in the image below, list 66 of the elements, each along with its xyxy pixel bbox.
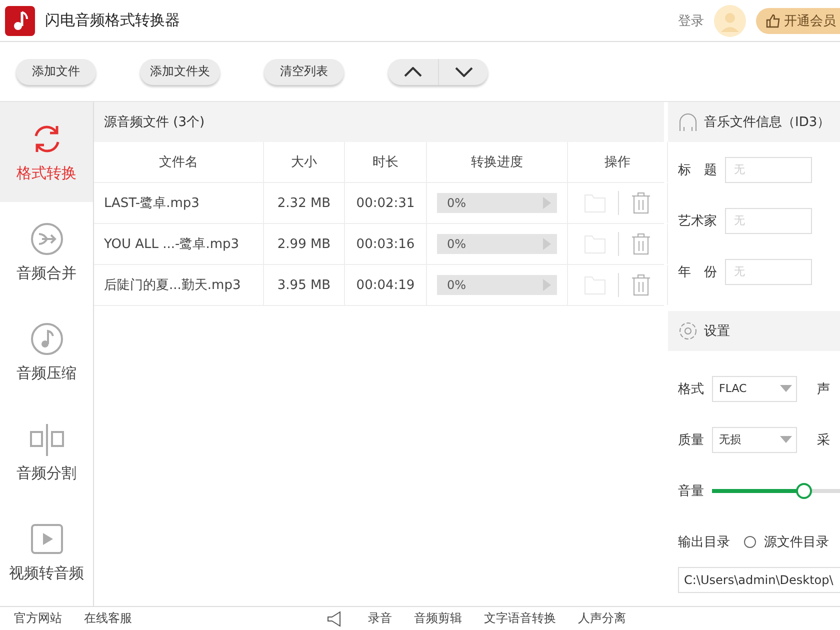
quality-dropdown[interactable]: 无损 [712, 426, 797, 452]
field-label: 输出目录 [678, 534, 730, 550]
play-icon [30, 522, 64, 556]
id3-title: 音乐文件信息（ID3） [704, 114, 830, 131]
play-icon[interactable] [543, 279, 551, 291]
trash-icon[interactable] [631, 192, 651, 214]
progress-text: 0% [446, 278, 468, 292]
field-label: 采 [817, 432, 830, 448]
footer-link[interactable]: 音频剪辑 [414, 610, 462, 627]
table-cell: LAST-鹭卓.mp3 [94, 183, 264, 223]
files-panel-header: 源音频文件 (3个) [94, 102, 664, 142]
format-dropdown[interactable]: FLAC [712, 376, 797, 402]
chevron-up-icon [404, 66, 422, 76]
table-cell: YOU ALL ...-鹭卓.mp3 [94, 224, 264, 264]
app-logo-icon [5, 6, 35, 36]
column-header: 转换进度 [427, 142, 568, 182]
footer-link[interactable]: 人声分离 [578, 610, 626, 627]
app-title: 闪电音频格式转换器 [45, 11, 181, 30]
split-icon [30, 422, 64, 456]
footer-link[interactable]: 在线客服 [84, 610, 132, 627]
column-header: 文件名 [94, 142, 264, 182]
sidebar-item[interactable]: 格式转换 [0, 102, 93, 202]
login-link[interactable]: 登录 [678, 12, 704, 30]
progress-text: 0% [446, 196, 468, 210]
toolbar-button[interactable]: 添加文件夹 [140, 58, 220, 84]
trash-icon[interactable] [631, 274, 651, 296]
output-path-field[interactable]: C:\Users\admin\Desktop\ [678, 567, 840, 593]
footer-link[interactable]: 文字语音转换 [484, 610, 556, 627]
field-label: 音量 [678, 482, 704, 500]
footer-link[interactable]: 官方网站 [14, 610, 62, 627]
thumbs-up-icon [766, 14, 780, 28]
table-cell: 00:02:31 [345, 183, 427, 223]
column-header: 大小 [264, 142, 345, 182]
radio-button[interactable] [744, 536, 756, 548]
settings-icon [678, 321, 698, 341]
chevron-down-icon [454, 66, 472, 76]
merge-icon [30, 222, 64, 256]
field-label: 年 份 [678, 264, 717, 280]
table-cell: 2.32 MB [264, 183, 345, 223]
field-label: 质量 [678, 432, 704, 448]
footer-link[interactable]: 录音 [368, 610, 392, 627]
dropdown-arrow-icon [780, 385, 792, 392]
table-cell: 00:03:16 [345, 224, 427, 264]
music-note-icon [30, 322, 64, 356]
field-label: 格式 [678, 380, 704, 398]
field-label: 声 [817, 380, 830, 398]
play-icon[interactable] [543, 197, 551, 209]
headphones-icon [678, 112, 698, 132]
progress-text: 0% [446, 237, 468, 251]
table-cell: 后陡门的夏...勤天.mp3 [94, 265, 264, 305]
vip-button[interactable]: 开通会员 [756, 8, 840, 34]
play-icon[interactable] [543, 238, 551, 250]
trash-icon[interactable] [631, 233, 651, 255]
table-cell: 2.99 MB [264, 224, 345, 264]
avatar-icon[interactable] [714, 4, 746, 36]
table-cell: 3.95 MB [264, 265, 345, 305]
field-label: 艺术家 [678, 212, 717, 230]
settings-title: 设置 [704, 323, 730, 340]
slider-thumb[interactable] [796, 482, 812, 498]
dropdown-arrow-icon [780, 436, 792, 443]
toolbar-button[interactable]: 清空列表 [264, 58, 344, 84]
column-header: 时长 [345, 142, 427, 182]
field-label: 标 题 [678, 162, 717, 178]
toolbar-button[interactable]: 添加文件 [16, 58, 96, 84]
table-cell: 00:04:19 [345, 265, 427, 305]
radio-label: 源文件目录 [764, 534, 829, 550]
